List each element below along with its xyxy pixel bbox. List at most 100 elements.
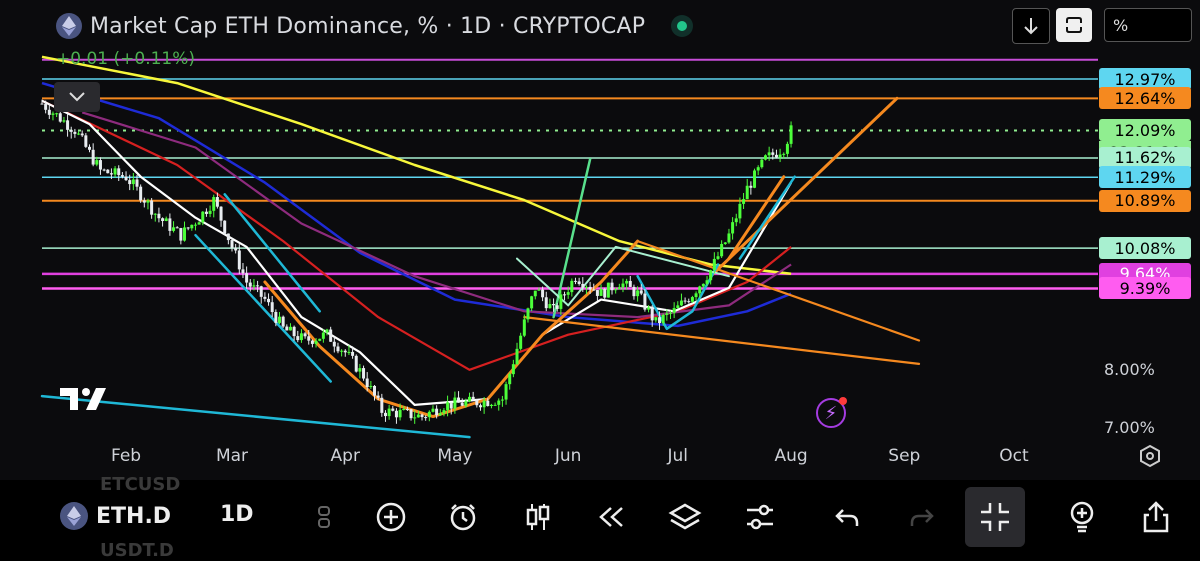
candle-body xyxy=(150,200,154,215)
layers-icon[interactable] xyxy=(665,498,705,536)
replay-icon[interactable] xyxy=(591,498,631,536)
candle-body xyxy=(636,290,640,297)
candle-body xyxy=(522,319,526,336)
candle-body xyxy=(723,242,727,244)
candle-body xyxy=(610,282,614,291)
arrow-down-icon xyxy=(1024,18,1038,35)
candle-body xyxy=(380,397,384,413)
candle-body xyxy=(690,297,694,302)
candle-body xyxy=(471,396,475,400)
symbol-selector[interactable]: ETH.D xyxy=(60,502,171,530)
candle-body xyxy=(647,307,651,310)
candle-body xyxy=(77,133,81,135)
candle-body xyxy=(468,396,472,402)
candle-body xyxy=(307,336,311,341)
collapse-legend-button[interactable] xyxy=(54,82,100,112)
undo-icon[interactable] xyxy=(827,498,867,536)
candle-body xyxy=(347,351,351,353)
candle-body xyxy=(442,410,446,414)
candle-body xyxy=(120,175,124,177)
candle-body xyxy=(760,159,764,168)
x-axis-tick: Jun xyxy=(554,446,582,466)
candle-body xyxy=(128,180,132,185)
settings-sliders-icon[interactable] xyxy=(740,498,780,536)
trendline-5 xyxy=(523,316,921,365)
candle-body xyxy=(420,414,424,418)
candle-body xyxy=(475,399,479,406)
symbol-label: ETH.D xyxy=(96,503,172,529)
candle-body xyxy=(387,408,391,417)
candle-body xyxy=(581,283,585,288)
candle-body xyxy=(405,408,409,410)
candle-body xyxy=(511,364,515,375)
redo-icon[interactable] xyxy=(902,498,942,536)
candle-body xyxy=(241,269,245,274)
y-axis-tick: 7.00% xyxy=(1104,418,1155,438)
candle-body xyxy=(172,227,176,231)
auto-scale-button[interactable] xyxy=(1056,8,1092,42)
candle-body xyxy=(460,402,464,406)
candle-body xyxy=(212,197,216,211)
alarm-icon[interactable] xyxy=(443,498,483,536)
candle-body xyxy=(504,384,508,400)
x-axis-tick: Mar xyxy=(215,446,249,466)
candle-body xyxy=(373,385,377,396)
candle-body xyxy=(614,289,618,291)
chevron-down-icon xyxy=(69,92,85,102)
candle-body xyxy=(435,408,439,416)
price-label: 10.89% xyxy=(1099,189,1191,212)
candle-body xyxy=(183,227,187,241)
candle-body xyxy=(424,417,428,419)
x-axis-tick: Sep xyxy=(888,446,921,466)
candle-body xyxy=(362,368,366,379)
candle-body xyxy=(354,355,358,372)
candle-body xyxy=(256,285,260,287)
candle-body xyxy=(219,206,223,221)
candle-body xyxy=(446,402,450,411)
candle-body xyxy=(146,200,150,203)
fullscreen-exit-icon[interactable] xyxy=(965,487,1025,547)
chart-plot[interactable] xyxy=(0,0,1200,480)
price-label: 12.09% xyxy=(1099,119,1191,142)
candles-icon[interactable] xyxy=(518,498,558,536)
x-axis-tick: May xyxy=(437,446,473,466)
candle-body xyxy=(720,243,724,257)
y-axis-tick: 8.00% xyxy=(1104,359,1155,379)
ethereum-logo-icon xyxy=(60,502,88,530)
download-button[interactable] xyxy=(1012,8,1050,44)
candle-body xyxy=(497,400,501,405)
bottom-toolbar: ETCUSD USDT.D ETH.D 1D xyxy=(0,474,1200,561)
lightning-alert-icon[interactable]: ⚡ xyxy=(816,397,847,428)
candle-body xyxy=(44,103,48,110)
add-icon[interactable] xyxy=(371,498,411,536)
candle-body xyxy=(66,120,70,130)
candle-body xyxy=(734,218,738,223)
candle-body xyxy=(321,332,325,339)
percent-scale-button[interactable]: % xyxy=(1104,8,1192,42)
candle-body xyxy=(164,218,168,221)
x-axis-tick: Oct xyxy=(999,446,1029,466)
share-icon[interactable] xyxy=(1136,498,1176,536)
drag-handle-icon[interactable] xyxy=(304,498,344,536)
candle-body xyxy=(131,179,135,185)
candle-body xyxy=(168,218,172,231)
candle-body xyxy=(318,338,322,341)
candle-body xyxy=(643,293,647,310)
candle-body xyxy=(716,256,720,259)
candle-body xyxy=(88,146,92,150)
trendline-1 xyxy=(194,233,332,383)
candle-body xyxy=(47,109,51,115)
candle-body xyxy=(226,233,230,241)
idea-icon[interactable] xyxy=(1062,498,1102,536)
market-status-icon[interactable] xyxy=(671,15,694,37)
chart-title[interactable]: Market Cap ETH Dominance, % · 1D · CRYPT… xyxy=(90,14,645,39)
candle-body xyxy=(537,289,541,291)
candle-body xyxy=(245,273,249,283)
price-change: +0.01 (+0.11%) xyxy=(56,49,196,69)
chart-settings-hexagon-icon[interactable] xyxy=(1138,444,1162,472)
chart-area[interactable]: Market Cap ETH Dominance, % · 1D · CRYPT… xyxy=(0,0,1200,480)
candle-body xyxy=(639,290,643,294)
interval-selector[interactable]: 1D xyxy=(220,502,254,527)
candle-body xyxy=(135,179,139,187)
candle-body xyxy=(632,286,636,297)
